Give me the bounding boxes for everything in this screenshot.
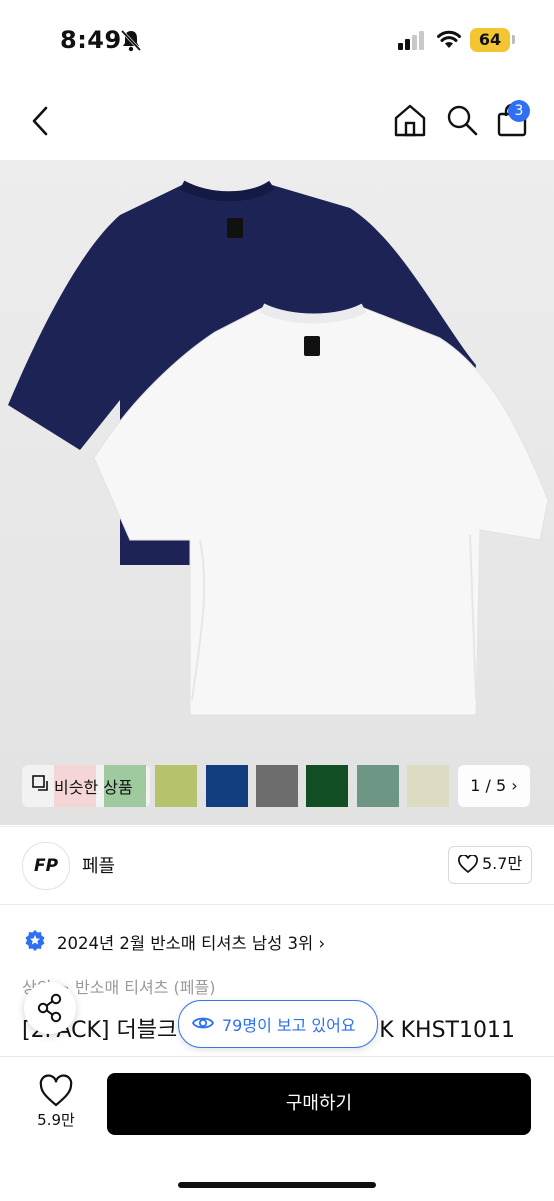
color-swatch[interactable] xyxy=(306,765,348,807)
chevron-right-icon: › xyxy=(511,776,518,795)
home-indicator xyxy=(178,1182,376,1188)
pager-text: 1 / 5 xyxy=(470,776,507,795)
heart-icon[interactable] xyxy=(38,1074,74,1108)
category-name: 반소매 티셔츠 (페플) xyxy=(75,978,216,997)
eye-icon xyxy=(192,1017,214,1029)
color-swatch[interactable] xyxy=(407,765,449,807)
color-swatch[interactable] xyxy=(256,765,298,807)
seller-name[interactable]: 페플 xyxy=(82,852,115,878)
live-viewers-text: 79명이 보고 있어요 xyxy=(222,1016,356,1035)
color-swatch[interactable] xyxy=(155,765,197,807)
buy-button[interactable]: 구매하기 xyxy=(107,1073,531,1135)
heart-outline-icon xyxy=(458,855,478,873)
divider xyxy=(0,904,554,905)
share-button[interactable] xyxy=(24,982,76,1034)
home-icon[interactable] xyxy=(392,102,428,138)
tshirt-illustration xyxy=(8,180,549,716)
white-shirt-label xyxy=(304,336,320,356)
store-like-count: 5.7만 xyxy=(482,854,523,873)
product-image[interactable] xyxy=(0,160,554,825)
similar-items-icon xyxy=(32,775,48,791)
battery-nub xyxy=(512,35,515,44)
share-icon xyxy=(37,993,62,1023)
bell-muted-icon xyxy=(120,29,142,52)
battery-indicator: 64 xyxy=(470,28,510,52)
color-swatch[interactable] xyxy=(206,765,248,807)
cellular-signal-icon xyxy=(398,31,424,50)
ranking-text[interactable]: 2024년 2월 반소매 티셔츠 남성 3위 › xyxy=(57,930,325,954)
ranking-label: 2024년 2월 반소매 티셔츠 남성 3위 xyxy=(57,934,314,953)
search-icon[interactable] xyxy=(444,102,480,138)
chevron-right-icon: › xyxy=(318,934,326,953)
wifi-icon xyxy=(437,30,461,48)
seller-logo[interactable]: FP xyxy=(22,842,70,890)
similar-products-label: 비슷한 상품 xyxy=(54,778,133,797)
cart-count-badge: 3 xyxy=(508,100,530,122)
divider xyxy=(0,826,554,827)
back-arrow-icon[interactable] xyxy=(26,104,56,138)
product-title-end: K KHST1011 xyxy=(379,1018,515,1043)
navy-shirt-label xyxy=(227,218,243,238)
status-time: 8:49 xyxy=(60,26,122,54)
like-count: 5.9만 xyxy=(37,1111,75,1129)
color-swatch[interactable] xyxy=(357,765,399,807)
ranking-badge-icon xyxy=(25,930,45,951)
image-pager[interactable]: 1 / 5 › xyxy=(458,765,530,807)
